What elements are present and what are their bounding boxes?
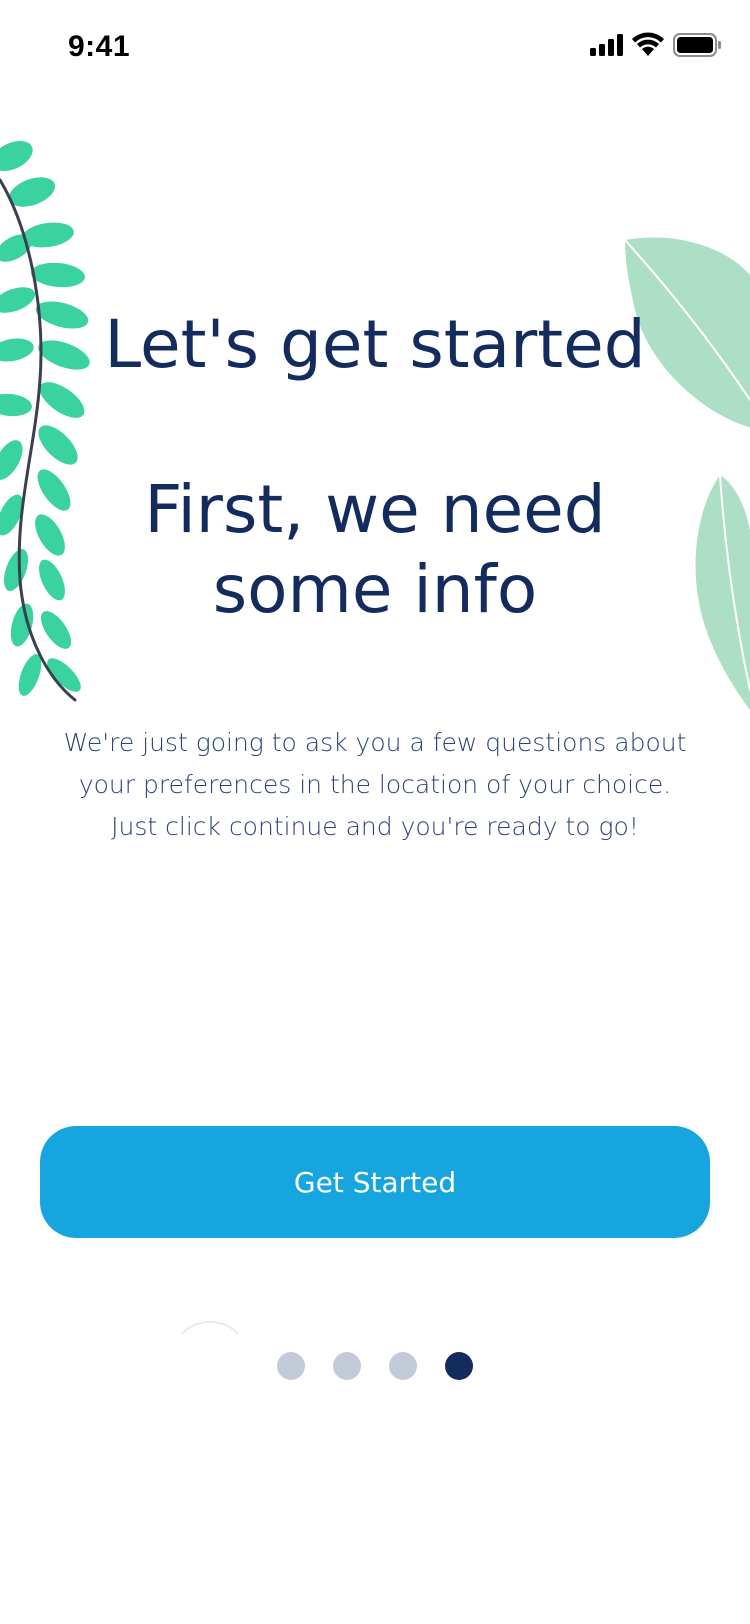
page-dot-1[interactable] [277,1352,305,1380]
description-text: We're just going to ask you a few questi… [60,722,690,848]
status-time: 9:41 [68,30,131,63]
subtitle-line: First, we need [144,471,606,548]
page-indicator [0,1352,750,1380]
page-dot-4[interactable] [445,1352,473,1380]
get-started-button[interactable]: Get Started [40,1126,710,1238]
description-line: your preferences in the location of your… [78,770,672,799]
battery-icon [673,33,721,57]
page-subtitle: First, we need some info [0,470,750,630]
subtitle-line: some info [212,551,538,628]
status-icons [588,30,722,60]
description-line: Just click continue and you're ready to … [111,812,639,841]
status-bar: 9:41 [0,0,750,90]
page-dot-3[interactable] [389,1352,417,1380]
wifi-icon [632,32,664,56]
page-title: Let's get started [104,306,646,383]
cellular-signal-icon [590,34,623,56]
decorative-arc [181,1321,239,1335]
page-dot-2[interactable] [333,1352,361,1380]
fern-illustration [0,140,90,702]
description-line: We're just going to ask you a few questi… [63,728,687,757]
